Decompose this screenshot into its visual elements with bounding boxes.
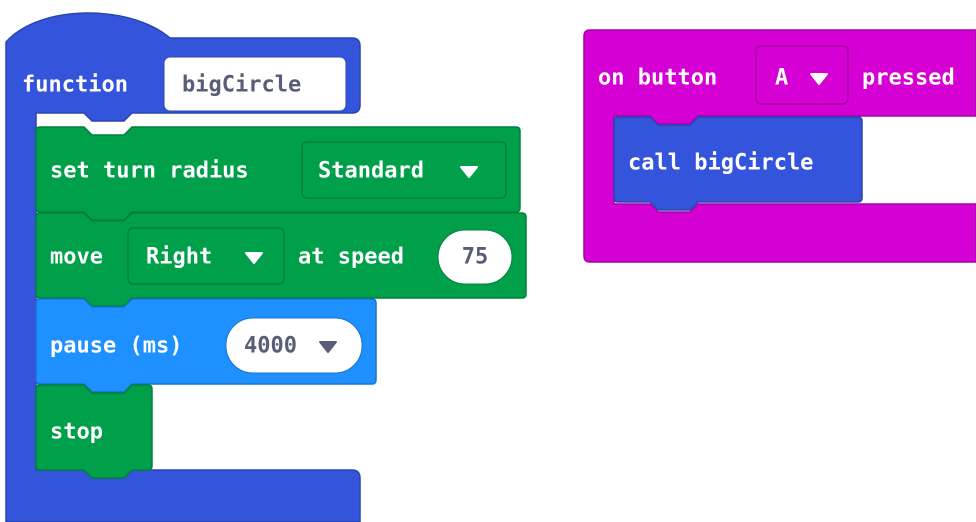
blocks-canvas: function bigCircle set turn radius Stand…: [5, 12, 976, 522]
turn-radius-dropdown[interactable]: Standard: [301, 141, 507, 199]
pause-label: pause (ms): [50, 334, 182, 359]
set-turn-radius-block[interactable]: set turn radius Standard: [35, 126, 521, 221]
speed-input[interactable]: 75: [437, 229, 513, 285]
block-workspace[interactable]: function bigCircle set turn radius Stand…: [0, 0, 976, 522]
function-name-field[interactable]: bigCircle: [163, 56, 347, 112]
set-turn-radius-label: set turn radius: [50, 159, 249, 184]
on-button-label: on button: [598, 66, 717, 91]
pressed-label: pressed: [862, 66, 955, 91]
call-function-block[interactable]: call bigCircle: [613, 116, 863, 211]
direction-dropdown-value: Right: [146, 245, 212, 270]
function-name-text: bigCircle: [182, 73, 301, 98]
pause-duration-dropdown[interactable]: 4000: [225, 317, 363, 374]
move-label: move: [50, 245, 103, 270]
move-block[interactable]: move Right at speed 75: [35, 212, 527, 307]
function-keyword: function: [22, 73, 128, 98]
pause-duration-value: 4000: [244, 334, 297, 359]
turn-radius-dropdown-value: Standard: [318, 159, 424, 184]
stop-label: stop: [50, 420, 103, 445]
speed-input-value: 75: [462, 245, 489, 270]
direction-dropdown[interactable]: Right: [127, 227, 285, 285]
button-choice-value: A: [775, 66, 788, 91]
call-function-label: call bigCircle: [628, 151, 813, 176]
stop-block[interactable]: stop: [35, 384, 153, 479]
button-choice-dropdown[interactable]: A: [755, 45, 849, 105]
pause-block[interactable]: pause (ms) 4000: [35, 298, 377, 393]
at-speed-label: at speed: [298, 245, 404, 270]
